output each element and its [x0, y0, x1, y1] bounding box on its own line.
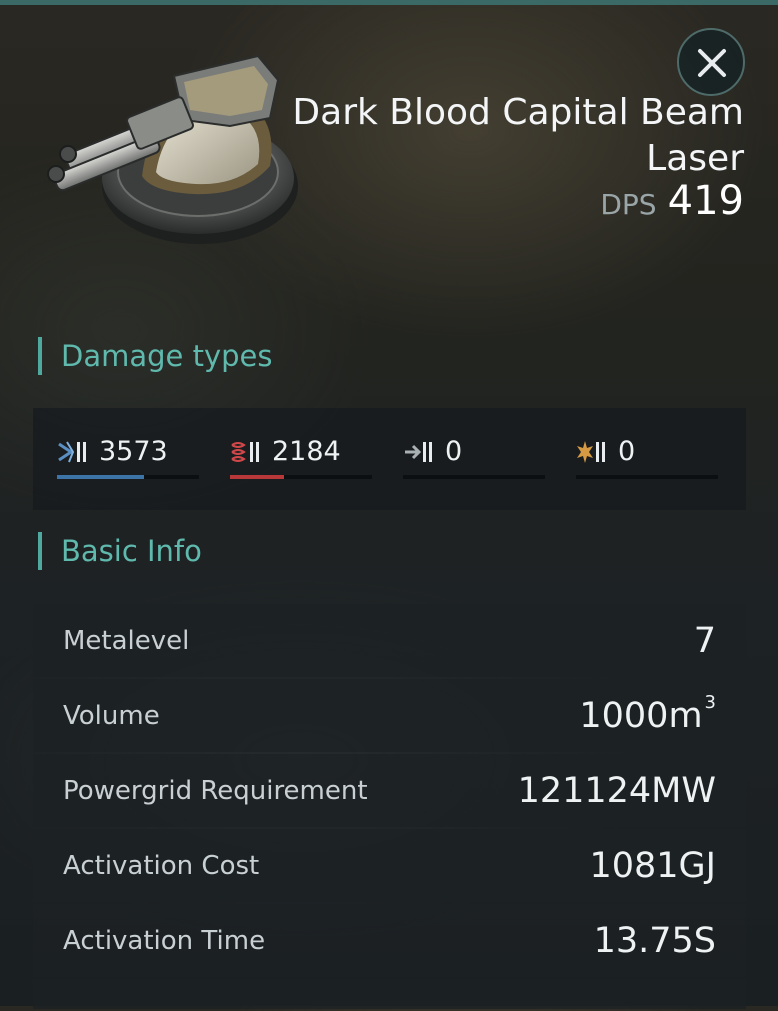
explosive-damage-icon [577, 441, 605, 463]
kinetic-damage-icon [405, 442, 432, 462]
basic-info-table: Metalevel 7 Volume 1000m 3 Powergrid Requ… [33, 604, 746, 1011]
damage-value: 0 [445, 436, 463, 467]
info-row-cut-off [33, 979, 746, 1009]
info-row-activation-cost: Activation Cost 1081GJ [33, 829, 746, 902]
info-label: Activation Time [63, 925, 266, 956]
info-label: Volume [63, 700, 160, 731]
info-value: 13.75S [593, 920, 716, 961]
damage-types-panel: 3573 2184 0 0 [33, 408, 746, 510]
info-label: Powergrid Requirement [63, 775, 368, 806]
damage-bar-fill [57, 475, 144, 479]
basic-info-header: Basic Info [38, 532, 202, 570]
section-accent-bar [38, 337, 42, 375]
dps-display: DPS 419 [600, 178, 744, 224]
damage-em: 3573 [57, 436, 199, 479]
dps-label: DPS [600, 188, 657, 221]
damage-value: 2184 [272, 436, 341, 467]
section-title: Damage types [61, 339, 273, 373]
damage-thermal: 2184 [230, 436, 372, 479]
damage-bar-track [57, 475, 199, 479]
damage-bar-track [403, 475, 545, 479]
damage-value: 0 [618, 436, 636, 467]
dps-value: 419 [667, 178, 744, 224]
damage-kinetic: 0 [403, 436, 545, 479]
info-row-volume: Volume 1000m 3 [33, 679, 746, 752]
section-title: Basic Info [61, 534, 202, 568]
item-name: Dark Blood Capital Beam Laser [292, 92, 744, 179]
damage-value: 3573 [99, 436, 168, 467]
damage-bar-fill [230, 475, 284, 479]
volume-unit-exponent: 3 [704, 691, 716, 713]
info-label: Metalevel [63, 625, 190, 656]
beam-laser-turret-icon [34, 36, 300, 248]
info-value: 1000m 3 [579, 692, 716, 736]
damage-bar-track [230, 475, 372, 479]
info-row-powergrid: Powergrid Requirement 121124MW [33, 754, 746, 827]
info-value: 121124MW [517, 770, 716, 811]
close-icon [698, 49, 726, 77]
close-button[interactable] [677, 28, 745, 96]
damage-types-header: Damage types [38, 337, 272, 375]
info-label: Activation Cost [63, 850, 260, 881]
volume-value: 1000m [579, 695, 703, 736]
section-accent-bar [38, 532, 42, 570]
info-value: 1081GJ [589, 845, 716, 886]
top-accent-bar [0, 0, 778, 5]
info-row-activation-time: Activation Time 13.75S [33, 904, 746, 977]
info-value: 7 [693, 620, 716, 661]
em-damage-icon [58, 441, 86, 463]
thermal-damage-icon [231, 442, 259, 462]
damage-explosive: 0 [576, 436, 718, 479]
damage-bar-track [576, 475, 718, 479]
info-row-metalevel: Metalevel 7 [33, 604, 746, 677]
